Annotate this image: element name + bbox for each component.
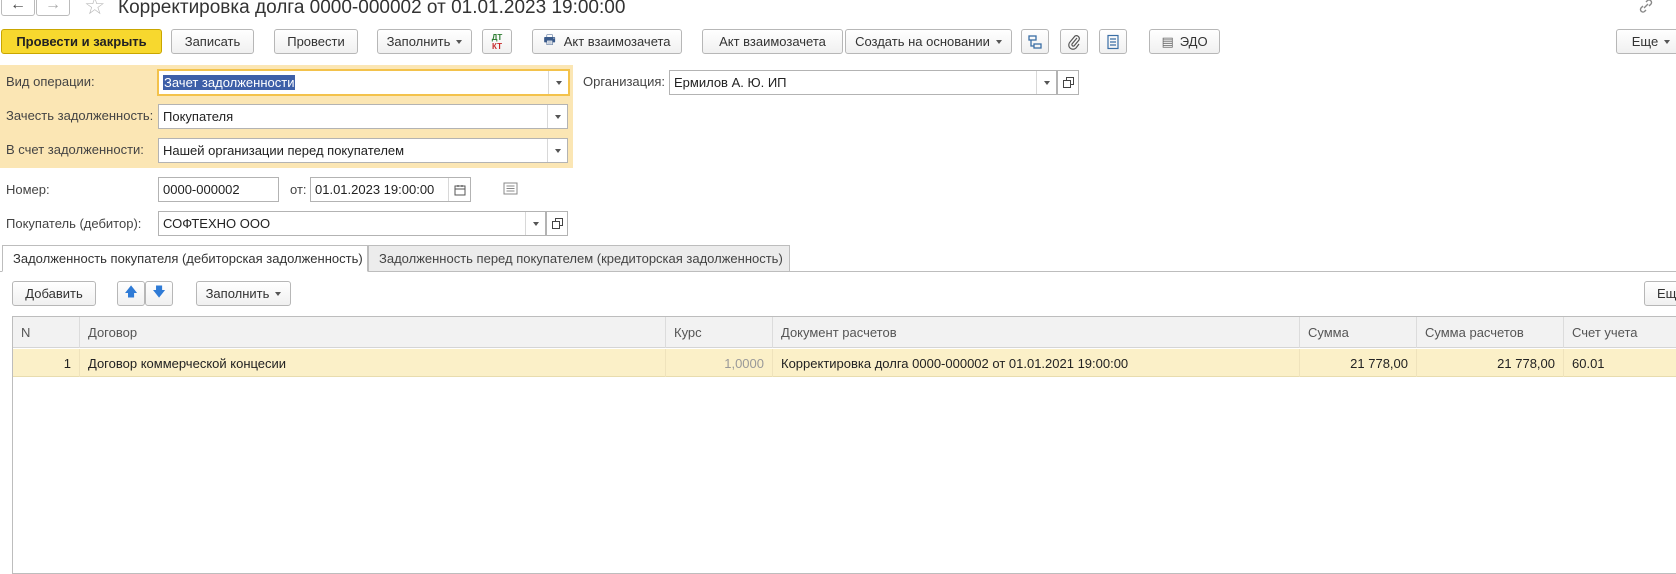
cell-sum: 21 778,00 — [1300, 349, 1417, 377]
dt-label: ДТ — [491, 32, 503, 42]
fill-dropdown-button[interactable]: Заполнить — [377, 29, 472, 54]
cell-document: Корректировка долга 0000-000002 от 01.01… — [773, 349, 1300, 377]
chevron-down-icon — [275, 291, 282, 296]
edo-icon: ▤ — [1161, 33, 1174, 49]
act-button[interactable]: Акт взаимозачета — [702, 29, 843, 54]
col-header-n[interactable]: N — [13, 317, 80, 348]
organization-field[interactable]: Ермилов А. Ю. ИП — [669, 70, 1057, 95]
more-button[interactable]: Еще — [1616, 29, 1676, 54]
col-header-sum[interactable]: Сумма — [1300, 317, 1417, 348]
offset-debt-dropdown-icon[interactable] — [547, 105, 567, 128]
hierarchy-icon — [1028, 34, 1042, 49]
buyer-field[interactable]: СОФТЕХНО ООО — [158, 211, 546, 236]
table-more-button[interactable]: Еще — [1644, 281, 1676, 306]
attach-button[interactable] — [1060, 29, 1088, 54]
buyer-value: СОФТЕХНО ООО — [163, 216, 271, 231]
number-label: Номер: — [6, 182, 50, 197]
edo-label: ЭДО — [1179, 34, 1208, 49]
more-label: Еще — [1631, 34, 1659, 49]
table-fill-button[interactable]: Заполнить — [196, 281, 291, 306]
offset-debt-label: Зачесть задолженность: — [6, 108, 154, 123]
buyer-open-button[interactable] — [546, 211, 568, 236]
settlements-table[interactable]: N Договор Курс Документ расчетов Сумма С… — [12, 316, 1676, 574]
move-up-button[interactable]: 🡅 — [117, 281, 145, 306]
move-down-button[interactable]: 🡇 — [145, 281, 173, 306]
report-button[interactable] — [1099, 29, 1127, 54]
print-act-button[interactable]: 🖶 Акт взаимозачета — [532, 29, 682, 54]
offset-debt-field[interactable]: Покупателя — [158, 104, 568, 129]
against-debt-field[interactable]: Нашей организации перед покупателем — [158, 138, 568, 163]
organization-open-button[interactable] — [1057, 70, 1079, 95]
date-value: 01.01.2023 19:00:00 — [315, 182, 435, 197]
arrow-left-icon: ← — [10, 0, 26, 13]
cell-n: 1 — [13, 349, 80, 377]
tab-debt-to-buyer[interactable]: Задолженность перед покупателем (кредито… — [368, 245, 790, 272]
edo-button[interactable]: ▤ ЭДО — [1149, 29, 1220, 54]
calendar-icon[interactable] — [448, 178, 470, 201]
col-header-document[interactable]: Документ расчетов — [773, 317, 1300, 348]
add-row-button[interactable]: Добавить — [12, 281, 96, 306]
arrow-right-icon: → — [45, 0, 61, 13]
buyer-label: Покупатель (дебитор): — [6, 216, 142, 231]
organization-value: Ермилов А. Ю. ИП — [674, 75, 787, 90]
save-button[interactable]: Записать — [171, 29, 254, 54]
back-button[interactable]: ← — [1, 0, 35, 16]
col-header-rate[interactable]: Курс — [666, 317, 773, 348]
structure-button[interactable] — [1021, 29, 1049, 54]
table-header: N Договор Курс Документ расчетов Сумма С… — [13, 317, 1676, 348]
fill-label: Заполнить — [386, 34, 451, 49]
arrow-down-icon: 🡇 — [152, 283, 166, 299]
operation-type-label: Вид операции: — [6, 74, 95, 89]
table-fill-label: Заполнить — [205, 286, 270, 301]
post-button[interactable]: Провести — [274, 29, 358, 54]
kt-label: КТ — [492, 41, 502, 51]
document-list-icon — [1107, 34, 1119, 49]
cell-contract: Договор коммерческой концесии — [80, 349, 666, 377]
date-field[interactable]: 01.01.2023 19:00:00 — [310, 177, 471, 202]
number-value: 0000-000002 — [163, 182, 240, 197]
open-window-icon — [1062, 77, 1074, 88]
col-header-contract[interactable]: Договор — [80, 317, 666, 348]
offset-debt-value: Покупателя — [163, 109, 234, 124]
print-act-label: Акт взаимозачета — [563, 34, 671, 49]
cell-sum-calc: 21 778,00 — [1417, 349, 1564, 377]
create-based-label: Создать на основании — [855, 34, 990, 49]
dt-kt-button[interactable]: ДТ КТ — [482, 29, 512, 54]
operation-type-value: Зачет задолженности — [163, 75, 296, 90]
chevron-down-icon — [1664, 39, 1671, 44]
cell-rate: 1,0000 — [666, 349, 773, 377]
tab-buyer-debt[interactable]: Задолженность покупателя (дебиторская за… — [2, 245, 368, 272]
operation-type-field[interactable]: Зачет задолженности — [157, 69, 570, 96]
col-header-account[interactable]: Счет учета — [1564, 317, 1676, 348]
against-debt-dropdown-icon[interactable] — [547, 139, 567, 162]
chevron-down-icon — [995, 39, 1002, 44]
table-row[interactable]: 1 Договор коммерческой концесии 1,0000 К… — [13, 349, 1676, 377]
against-debt-label: В счет задолженности: — [6, 142, 144, 157]
create-based-on-button[interactable]: Создать на основании — [845, 29, 1012, 54]
favorite-star-icon[interactable]: ☆ — [84, 0, 106, 19]
cell-account: 60.01 — [1572, 355, 1605, 371]
post-and-close-button[interactable]: Провести и закрыть — [1, 29, 162, 54]
link-icon[interactable] — [1638, 0, 1654, 19]
comment-icon[interactable] — [503, 182, 518, 198]
operation-type-dropdown-icon[interactable] — [548, 71, 568, 94]
open-window-icon — [551, 218, 563, 229]
col-header-sum-calc[interactable]: Сумма расчетов — [1417, 317, 1564, 348]
date-label: от: — [290, 182, 307, 197]
organization-dropdown-icon[interactable] — [1036, 71, 1056, 94]
against-debt-value: Нашей организации перед покупателем — [163, 143, 405, 158]
chevron-down-icon — [456, 39, 463, 44]
printer-icon: 🖶 — [543, 31, 556, 47]
number-field[interactable]: 0000-000002 — [158, 177, 279, 202]
paperclip-icon — [1068, 34, 1080, 50]
page-title: Корректировка долга 0000-000002 от 01.01… — [118, 0, 626, 18]
organization-label: Организация: — [583, 74, 666, 89]
arrow-up-icon: 🡅 — [124, 283, 138, 299]
forward-button[interactable]: → — [36, 0, 70, 16]
buyer-dropdown-icon[interactable] — [525, 212, 545, 235]
